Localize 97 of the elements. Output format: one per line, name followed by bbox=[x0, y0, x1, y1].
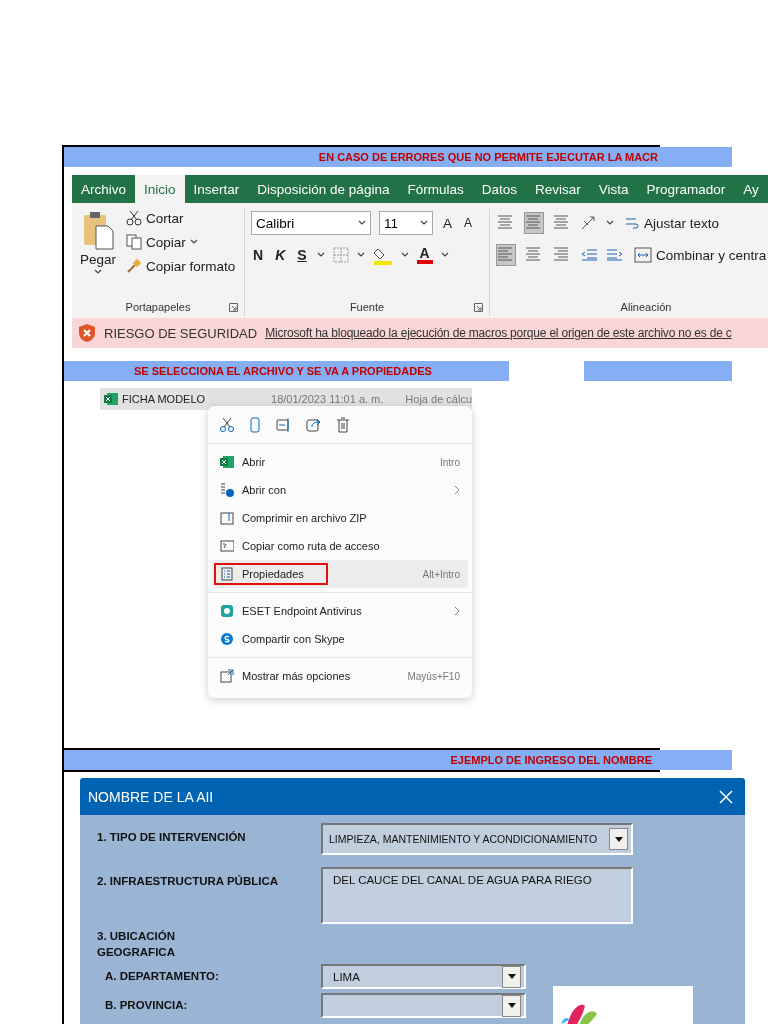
ribbon-tab[interactable]: Inicio bbox=[135, 175, 185, 203]
caret-icon bbox=[316, 252, 325, 258]
caret-icon bbox=[420, 220, 428, 226]
font-name-combo[interactable]: Calibri bbox=[251, 211, 371, 235]
grow-font-button[interactable]: A bbox=[441, 214, 454, 232]
ribbon-tab[interactable]: Disposición de página bbox=[248, 175, 399, 203]
ribbon-tab[interactable]: Revisar bbox=[525, 175, 590, 203]
group-label: Fuente bbox=[349, 301, 385, 313]
banner-text: EJEMPLO DE INGRESO DEL NOMBRE bbox=[450, 754, 652, 766]
properties-icon bbox=[220, 567, 234, 581]
path-icon bbox=[220, 539, 234, 553]
field-label: 2. INFRAESTRUCTURA PÚBLICA bbox=[97, 874, 280, 889]
shield-icon bbox=[78, 323, 96, 343]
cut-button[interactable]: Cortar bbox=[124, 209, 238, 227]
merge-center-button[interactable]: Combinar y centra bbox=[632, 246, 768, 264]
group-label: Portapapeles bbox=[125, 301, 191, 313]
banner-text: SE SELECCIONA EL ARCHIVO Y SE VA A PROPIEDADES bbox=[134, 365, 432, 377]
shortcut-text: Intro bbox=[440, 456, 460, 468]
ribbon-tab[interactable]: Insertar bbox=[184, 175, 249, 203]
menu-item[interactable]: ESET Endpoint Antivirus bbox=[212, 597, 468, 625]
field-label: B. PROVINCIA: bbox=[104, 998, 189, 1013]
increase-indent-icon[interactable] bbox=[606, 247, 624, 263]
text-area[interactable]: DEL CAUCE DEL CANAL DE AGUA PARA RIEGO bbox=[321, 867, 633, 924]
ribbon-tab[interactable]: Fórmulas bbox=[398, 175, 473, 203]
italic-button[interactable]: K bbox=[273, 246, 288, 264]
warning-title: RIESGO DE SEGURIDAD bbox=[104, 325, 258, 341]
menu-item[interactable]: Mostrar más opciones Mayús+F10 bbox=[212, 662, 468, 690]
dialog-launcher-icon[interactable] bbox=[229, 302, 238, 312]
menu-item[interactable]: Abrir con bbox=[212, 476, 468, 504]
ribbon-tab[interactable]: Ay bbox=[734, 175, 768, 203]
wrap-icon bbox=[624, 215, 640, 231]
file-date: 18/01/2023 11:01 a. m. bbox=[271, 393, 384, 405]
caret-icon bbox=[356, 252, 365, 258]
format-painter-button[interactable]: Copiar formato bbox=[124, 257, 238, 275]
antivirus-icon bbox=[220, 604, 234, 618]
spreadsheet-icon bbox=[104, 392, 118, 406]
clipboard-icon bbox=[82, 210, 114, 250]
caret-icon bbox=[189, 239, 198, 245]
wrap-text-button[interactable]: Ajustar texto bbox=[622, 214, 722, 232]
dialog-title: NOMBRE DE LA AII bbox=[88, 788, 214, 805]
copy-button[interactable]: Copiar bbox=[124, 233, 238, 251]
trash-icon[interactable] bbox=[336, 417, 350, 433]
dropdown-arrow-icon bbox=[614, 836, 623, 842]
menu-item[interactable]: Compartir con Skype bbox=[212, 625, 468, 653]
rename-icon[interactable] bbox=[276, 417, 292, 433]
brush-icon bbox=[126, 258, 143, 274]
orientation-icon[interactable] bbox=[580, 215, 598, 231]
dialog-launcher-icon[interactable] bbox=[474, 302, 483, 312]
font-size-combo[interactable]: 11 bbox=[379, 211, 433, 235]
scissors-icon[interactable] bbox=[220, 417, 234, 433]
dropdown-field[interactable]: LIMPIEZA, MANTENIMIENTO Y ACONDICIONAMIENTO bbox=[321, 823, 633, 855]
close-button[interactable] bbox=[717, 787, 735, 806]
dropdown-field[interactable]: LIMA bbox=[321, 964, 526, 989]
caret-icon bbox=[606, 220, 614, 226]
decrease-indent-icon[interactable] bbox=[580, 247, 598, 263]
scissors-icon bbox=[126, 210, 143, 226]
ribbon-tab[interactable]: Datos bbox=[472, 175, 526, 203]
chat-icon bbox=[220, 632, 234, 646]
dropdown-field[interactable] bbox=[321, 993, 526, 1018]
ribbon-tab[interactable]: Archivo bbox=[72, 175, 135, 203]
file-type: Hoja de cálcu bbox=[405, 393, 472, 405]
field-label: 3. UBICACIÓN GEOGRAFICA bbox=[97, 929, 176, 960]
group-label: Alineación bbox=[620, 301, 672, 313]
paste-button[interactable]: Pegar bbox=[78, 209, 119, 298]
caret-icon bbox=[400, 252, 409, 258]
copy-icon bbox=[126, 234, 143, 250]
dropdown-arrow-icon bbox=[507, 974, 516, 979]
expand-icon bbox=[220, 669, 234, 683]
caret-icon bbox=[440, 252, 449, 258]
field-label: 1. TIPO DE INTERVENCIÓN bbox=[97, 830, 247, 845]
banner-text: EN CASO DE ERRORES QUE NO PERMITE EJECUTAR LA MACR bbox=[318, 151, 658, 163]
merge-icon bbox=[634, 247, 652, 263]
shortcut-text: Mayús+F10 bbox=[407, 670, 460, 682]
shrink-font-button[interactable]: A bbox=[462, 215, 475, 231]
spreadsheet-icon bbox=[220, 455, 234, 469]
field-label: A. DEPARTAMENTO: bbox=[104, 969, 220, 984]
menu-item[interactable]: Comprimir en archivo ZIP bbox=[212, 504, 468, 532]
copy-icon[interactable] bbox=[248, 417, 262, 433]
ribbon-tab[interactable]: Programador bbox=[637, 175, 735, 203]
caret-icon bbox=[94, 269, 102, 275]
menu-item[interactable]: Propiedades Alt+Intro bbox=[212, 560, 468, 588]
underline-button[interactable]: S bbox=[295, 246, 309, 264]
close-icon bbox=[719, 789, 733, 804]
highlight-frame: Propiedades bbox=[214, 563, 328, 585]
menu-item[interactable]: Abrir Intro bbox=[212, 448, 468, 476]
menu-item[interactable]: Copiar como ruta de acceso bbox=[212, 532, 468, 560]
bold-button[interactable]: N bbox=[251, 246, 266, 264]
shortcut-text: Alt+Intro bbox=[422, 568, 460, 580]
caret-icon bbox=[358, 220, 366, 226]
share-icon[interactable] bbox=[306, 417, 322, 433]
warning-message[interactable]: Microsoft ha bloqueado la ejecución de macros porque el origen de este archivo no es de c bbox=[265, 326, 732, 340]
app-list-icon bbox=[220, 483, 234, 497]
file-name: FICHA MODELO bbox=[122, 393, 206, 405]
archive-icon bbox=[220, 511, 234, 525]
font-color-button[interactable]: A bbox=[416, 246, 433, 264]
ribbon-tab[interactable]: Vista bbox=[589, 175, 638, 203]
dropdown-arrow-icon bbox=[507, 1003, 516, 1008]
